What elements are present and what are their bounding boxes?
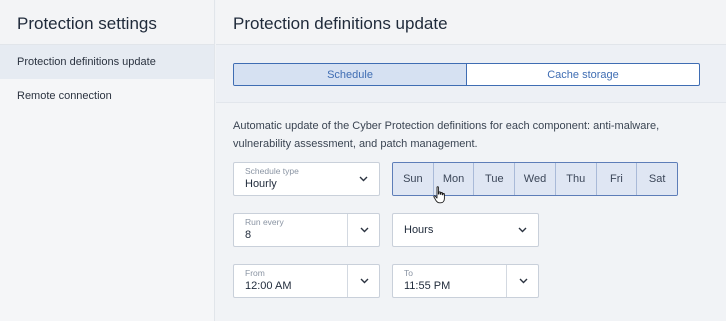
from-label: From [245, 268, 265, 278]
to-value: 11:55 PM [404, 280, 451, 292]
run-every-input[interactable]: Run every 8 [233, 213, 380, 247]
unit-value: Hours [404, 224, 434, 236]
left-panel-title: Protection settings [0, 0, 214, 45]
time-range-row: From 12:00 AM To 11:55 PM [233, 264, 709, 298]
to-label: To [404, 268, 413, 278]
schedule-content: Automatic update of the Cyber Protection… [216, 103, 726, 298]
pointer-cursor-icon [433, 186, 445, 204]
run-every-value: 8 [245, 229, 252, 241]
schedule-type-value: Hourly [245, 178, 277, 190]
nav-item-protection-definitions-update[interactable]: Protection definitions update [0, 45, 214, 79]
schedule-row: Schedule type Hourly Sun Mon Tue Wed Thu… [233, 162, 709, 196]
run-every-label: Run every [245, 217, 284, 227]
page-title: Protection definitions update [216, 0, 726, 45]
chevron-down-icon[interactable] [347, 163, 380, 195]
day-sun[interactable]: Sun [393, 163, 434, 195]
description-text: Automatic update of the Cyber Protection… [233, 120, 660, 150]
schedule-type-select[interactable]: Schedule type Hourly [233, 162, 380, 196]
day-wed[interactable]: Wed [515, 163, 556, 195]
from-time-select[interactable]: From 12:00 AM [233, 264, 380, 298]
day-fri[interactable]: Fri [596, 163, 638, 195]
right-panel: Protection definitions update Schedule C… [216, 0, 726, 321]
left-panel: Protection settings Protection definitio… [0, 0, 215, 321]
chevron-down-icon[interactable] [506, 265, 539, 297]
chevron-down-icon[interactable] [347, 265, 380, 297]
day-thu[interactable]: Thu [555, 163, 597, 195]
schedule-type-label: Schedule type [245, 166, 299, 176]
app-window: Protection settings Protection definitio… [0, 0, 726, 321]
from-value: 12:00 AM [245, 280, 292, 292]
tabs-band: Schedule Cache storage [216, 45, 726, 103]
day-sat[interactable]: Sat [637, 163, 677, 195]
tab-group: Schedule Cache storage [233, 63, 700, 86]
run-every-row: Run every 8 Hours [233, 213, 709, 247]
to-time-select[interactable]: To 11:55 PM [392, 264, 539, 298]
chevron-down-icon[interactable] [506, 214, 539, 246]
day-tue[interactable]: Tue [474, 163, 516, 195]
tab-cache-storage[interactable]: Cache storage [467, 64, 699, 85]
tab-schedule[interactable]: Schedule [234, 64, 467, 85]
unit-select[interactable]: Hours [392, 213, 539, 247]
nav-item-remote-connection[interactable]: Remote connection [0, 79, 214, 113]
chevron-down-icon[interactable] [347, 214, 380, 246]
